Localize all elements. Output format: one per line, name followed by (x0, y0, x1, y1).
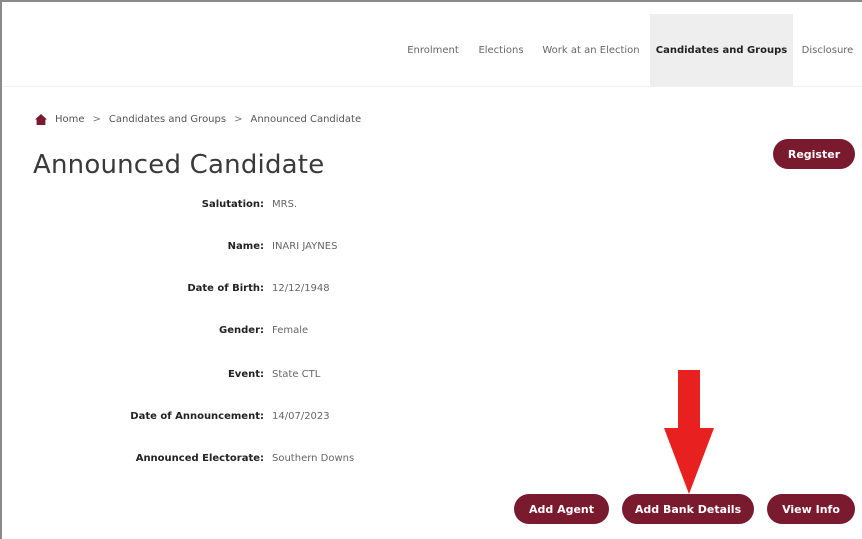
breadcrumb-home-link[interactable]: Home (55, 114, 85, 125)
add-agent-button[interactable]: Add Agent (514, 494, 609, 524)
breadcrumb-section-link[interactable]: Candidates and Groups (109, 114, 226, 125)
add-bank-details-button[interactable]: Add Bank Details (622, 494, 754, 524)
breadcrumb: Home > Candidates and Groups > Announced… (35, 114, 361, 125)
nav-item-enrolment[interactable]: Enrolment (396, 14, 470, 86)
detail-value: State CTL (272, 369, 321, 380)
home-icon[interactable] (35, 114, 47, 125)
nav-item-elections[interactable]: Elections (470, 14, 532, 86)
red-arrow-down-icon (664, 370, 714, 494)
detail-label: Salutation: (201, 199, 264, 210)
detail-label: Event: (227, 369, 264, 380)
detail-row-date-of-birth: Date of Birth: 12/12/1948 (0, 283, 862, 299)
breadcrumb-separator: > (234, 114, 243, 125)
detail-row-gender: Gender: Female (0, 325, 862, 341)
view-info-button[interactable]: View Info (767, 494, 855, 524)
detail-value: Female (272, 325, 309, 336)
nav-item-disclosure[interactable]: Disclosure (793, 14, 862, 86)
page-title: Announced Candidate (33, 150, 325, 180)
detail-label: Name: (227, 241, 264, 252)
detail-value: 14/07/2023 (272, 411, 330, 422)
detail-value: INARI JAYNES (272, 241, 338, 252)
nav-item-work-at-an-election[interactable]: Work at an Election (532, 14, 650, 86)
nav-divider (2, 86, 862, 87)
breadcrumb-current: Announced Candidate (250, 114, 362, 125)
detail-row-event: Event: State CTL (0, 369, 862, 385)
detail-value: Southern Downs (272, 453, 355, 464)
detail-label: Gender: (219, 325, 264, 336)
nav-item-candidates-and-groups[interactable]: Candidates and Groups (650, 14, 793, 86)
detail-row-salutation: Salutation: MRS. (0, 199, 862, 215)
top-navigation: Enrolment Elections Work at an Election … (0, 14, 862, 86)
detail-value: MRS. (272, 199, 298, 210)
detail-label: Announced Electorate: (135, 453, 264, 464)
detail-label: Date of Announcement: (130, 411, 264, 422)
register-button[interactable]: Register (773, 139, 855, 169)
detail-value: 12/12/1948 (272, 283, 330, 294)
detail-row-name: Name: INARI JAYNES (0, 241, 862, 257)
detail-label: Date of Birth: (187, 283, 264, 294)
detail-row-date-of-announcement: Date of Announcement: 14/07/2023 (0, 411, 862, 427)
breadcrumb-separator: > (92, 114, 101, 125)
detail-row-announced-electorate: Announced Electorate: Southern Downs (0, 453, 862, 469)
